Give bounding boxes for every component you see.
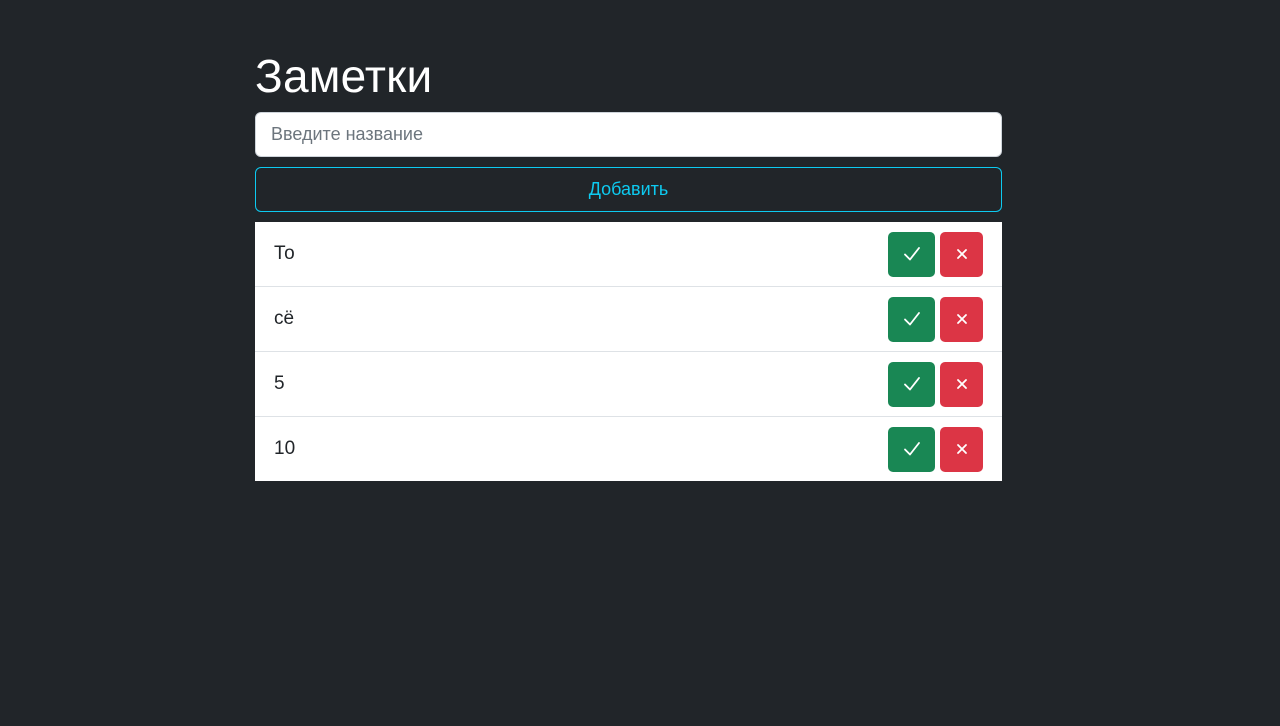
check-icon: [903, 442, 920, 456]
close-icon: [956, 249, 967, 259]
delete-button[interactable]: [940, 296, 983, 342]
page-title: Заметки: [255, 50, 433, 102]
note-actions: [888, 296, 983, 342]
note-text: сё: [274, 308, 295, 329]
list-item: 10: [255, 416, 1002, 481]
complete-button[interactable]: [888, 231, 935, 277]
delete-button[interactable]: [940, 231, 983, 277]
list-item: сё: [255, 286, 1002, 351]
delete-button[interactable]: [940, 426, 983, 472]
note-text: 5: [274, 373, 285, 394]
complete-button[interactable]: [888, 296, 935, 342]
notes-app: Заметки Добавить То сё: [255, 44, 1002, 481]
note-text: 10: [274, 438, 296, 459]
close-icon: [956, 379, 967, 389]
check-icon: [903, 377, 920, 391]
complete-button[interactable]: [888, 426, 935, 472]
add-button[interactable]: Добавить: [255, 167, 1002, 212]
note-actions: [888, 361, 983, 407]
check-icon: [903, 247, 920, 261]
list-item: То: [255, 222, 1002, 286]
note-title-input[interactable]: [255, 112, 1002, 157]
note-actions: [888, 426, 983, 472]
list-item: 5: [255, 351, 1002, 416]
note-text: То: [274, 243, 295, 264]
note-actions: [888, 231, 983, 277]
close-icon: [956, 444, 967, 454]
check-icon: [903, 312, 920, 326]
delete-button[interactable]: [940, 361, 983, 407]
close-icon: [956, 314, 967, 324]
complete-button[interactable]: [888, 361, 935, 407]
notes-list: То сё 5 10: [255, 222, 1002, 481]
